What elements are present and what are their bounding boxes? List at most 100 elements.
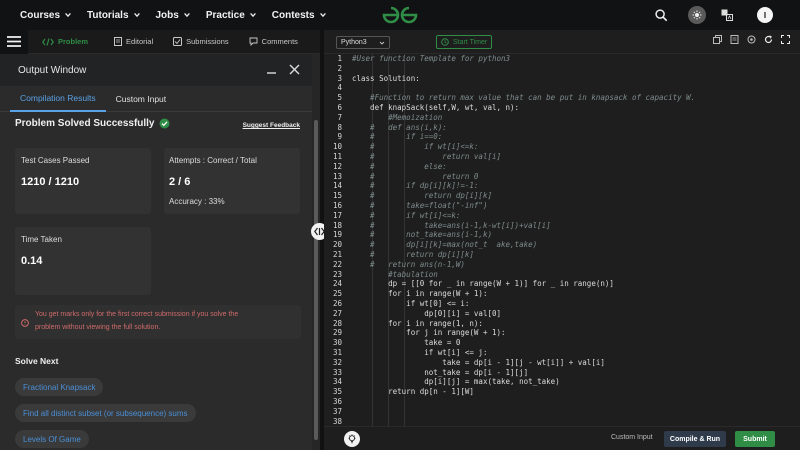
- menu-button[interactable]: [0, 29, 28, 54]
- code-text: # def ans(i,k):: [352, 122, 447, 132]
- code-line[interactable]: 13 # return 0: [324, 172, 800, 182]
- start-timer-button[interactable]: Start Timer: [436, 35, 493, 49]
- code-line[interactable]: 14 # if dp[i][k]!=-1:: [324, 181, 800, 191]
- translate-button[interactable]: [721, 9, 733, 21]
- code-line[interactable]: 37: [324, 407, 800, 417]
- hint-button[interactable]: [344, 431, 360, 447]
- tab-custom-input[interactable]: Custom Input: [106, 86, 177, 112]
- code-line[interactable]: 2: [324, 64, 800, 74]
- line-number: 17: [332, 210, 342, 220]
- code-line[interactable]: 3 class Solution:: [324, 74, 800, 84]
- close-icon[interactable]: [289, 64, 300, 75]
- code-line[interactable]: 10 # if wt[i]<=k:: [324, 142, 800, 152]
- line-number: 28: [332, 318, 342, 328]
- code-text: not_take = dp[i - 1][j]: [352, 367, 529, 377]
- chevron-down-icon: [319, 12, 326, 18]
- code-line[interactable]: 22 # return ans(n-1,W): [324, 260, 800, 270]
- timer-icon: [441, 38, 449, 46]
- nav-item-courses[interactable]: Courses: [20, 10, 72, 21]
- line-number: 13: [332, 171, 342, 181]
- code-line[interactable]: 12 # else:: [324, 162, 800, 172]
- code-line[interactable]: 7 #Memoization: [324, 113, 800, 123]
- refresh-icon[interactable]: [764, 35, 773, 44]
- code-line[interactable]: 21 # return dp[i][k]: [324, 250, 800, 260]
- code-line[interactable]: 26 if wt[0] <= i:: [324, 299, 800, 309]
- code-line[interactable]: 17 # if wt[i]<=k:: [324, 211, 800, 221]
- code-line[interactable]: 32 take = dp[i - 1][j - wt[i]] + val[i]: [324, 358, 800, 368]
- line-number: 5: [337, 93, 342, 103]
- code-line[interactable]: 9 # if i==0:: [324, 132, 800, 142]
- custom-input-button[interactable]: Custom Input: [611, 434, 653, 441]
- line-number: 27: [332, 308, 342, 318]
- code-line[interactable]: 34 dp[i][j] = max(take, not_take): [324, 377, 800, 387]
- code-line[interactable]: 11 # return val[i]: [324, 152, 800, 162]
- nav-item-tutorials[interactable]: Tutorials: [87, 10, 140, 21]
- test-cases-label: Test Cases Passed: [21, 156, 90, 165]
- next-problem-link[interactable]: Find all distinct subset (or subsequence…: [15, 404, 196, 422]
- nav-item-jobs[interactable]: Jobs: [156, 10, 191, 21]
- code-line[interactable]: 19 # not_take=ans(i-1,k): [324, 230, 800, 240]
- nav-item-contests[interactable]: Contests: [272, 10, 327, 21]
- theme-toggle-button[interactable]: [688, 6, 706, 24]
- tab-editorial[interactable]: Editorial: [104, 30, 163, 54]
- code-line[interactable]: 24 dp = [[0 for _ in range(W + 1)] for _…: [324, 279, 800, 289]
- next-problem-link[interactable]: Fractional Knapsack: [15, 378, 104, 396]
- code-line[interactable]: 1 #User function Template for python3: [324, 54, 800, 64]
- tab-comments[interactable]: Comments: [239, 30, 308, 54]
- document-icon[interactable]: [730, 35, 739, 44]
- code-line[interactable]: 33 not_take = dp[i - 1][j]: [324, 368, 800, 378]
- tab-compilation-results[interactable]: Compilation Results: [10, 86, 106, 112]
- code-line[interactable]: 15 # return dp[i][k]: [324, 191, 800, 201]
- line-number: 32: [332, 357, 342, 367]
- code-line[interactable]: 30 take = 0: [324, 338, 800, 348]
- code-line[interactable]: 27 dp[0][i] = val[0]: [324, 309, 800, 319]
- line-number: 14: [332, 181, 342, 191]
- code-line[interactable]: 6 def knapSack(self,W, wt, val, n):: [324, 103, 800, 113]
- next-problem-link[interactable]: Levels Of Game: [15, 430, 89, 448]
- submit-button[interactable]: Submit: [735, 431, 775, 447]
- line-number: 12: [332, 161, 342, 171]
- attempts-value: 2 / 6: [169, 176, 191, 188]
- minimize-icon[interactable]: [266, 64, 277, 75]
- code-text: for i in range(W + 1):: [352, 289, 488, 299]
- line-number: 6: [337, 103, 342, 112]
- code-line[interactable]: 16 # take=float("-inf"): [324, 201, 800, 211]
- settings-icon[interactable]: [747, 35, 756, 44]
- code-line[interactable]: 29 for j in range(W + 1):: [324, 328, 800, 338]
- code-line[interactable]: 36: [324, 397, 800, 407]
- language-select[interactable]: Python3: [336, 36, 390, 49]
- suggest-feedback-link[interactable]: Suggest Feedback: [243, 122, 300, 129]
- code-line[interactable]: 20 # dp[i][k]=max(not_t ake,take): [324, 240, 800, 250]
- tab-problem[interactable]: Problem: [32, 30, 98, 54]
- code-line[interactable]: 28 for i in range(1, n):: [324, 319, 800, 329]
- code-line[interactable]: 8 # def ans(i,k):: [324, 123, 800, 133]
- attempts-label: Attempts : Correct / Total: [169, 156, 257, 165]
- fullscreen-icon[interactable]: [781, 35, 790, 44]
- code-text: if wt[i] <= j:: [352, 348, 488, 357]
- chevron-down-icon: [379, 41, 385, 45]
- line-number: 19: [332, 230, 342, 240]
- code-line[interactable]: 5 #Function to return max value that can…: [324, 93, 800, 103]
- line-number: 8: [337, 122, 342, 132]
- compile-run-button[interactable]: Compile & Run: [664, 431, 726, 447]
- search-button[interactable]: [655, 8, 668, 22]
- marks-notice: You get marks only for the first correct…: [15, 305, 301, 339]
- nav-item-practice[interactable]: Practice: [206, 10, 257, 21]
- tab-submissions[interactable]: Submissions: [163, 30, 239, 54]
- code-line[interactable]: 25 for i in range(W + 1):: [324, 289, 800, 299]
- line-number: 24: [332, 279, 342, 289]
- copy-icon[interactable]: [713, 35, 722, 44]
- code-line[interactable]: 18 # take=ans(i-1,k-wt[i])+val[i]: [324, 221, 800, 231]
- gfg-logo-icon[interactable]: [380, 4, 420, 26]
- user-avatar[interactable]: I: [757, 7, 773, 23]
- code-text: take = 0: [352, 338, 461, 348]
- code-line[interactable]: 4: [324, 83, 800, 93]
- code-editor[interactable]: 1 #User function Template for python3 2 3 cl…: [324, 54, 800, 426]
- code-line[interactable]: 35 return dp[n - 1][W]: [324, 387, 800, 397]
- code-line[interactable]: 31 if wt[i] <= j:: [324, 348, 800, 358]
- code-text: #tabulation: [352, 269, 438, 279]
- test-cases-value: 1210 / 1210: [21, 176, 80, 188]
- scrollbar-thumb[interactable]: [314, 120, 318, 440]
- code-text: # if wt[i]<=k:: [352, 210, 461, 220]
- code-line[interactable]: 23 #tabulation: [324, 270, 800, 280]
